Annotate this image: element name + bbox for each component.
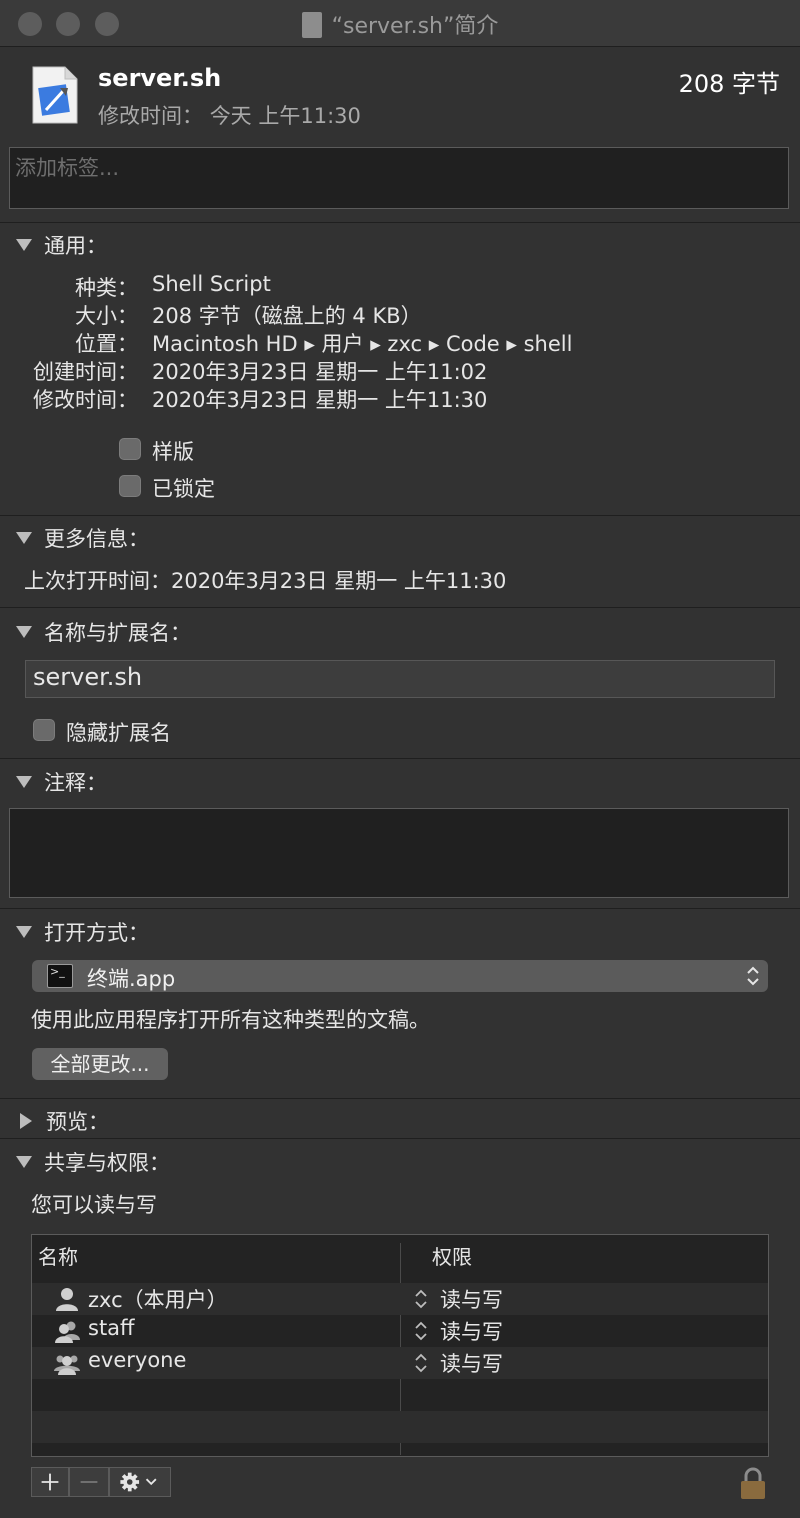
open-with-select[interactable]: >_ 终端.app	[32, 960, 768, 992]
section-open-with-title: 打开方式：	[44, 921, 149, 945]
window-title: “server.sh”简介	[0, 8, 800, 40]
section-open-with-toggle[interactable]: 打开方式：	[16, 917, 149, 947]
row-permission[interactable]: 读与写	[440, 1284, 503, 1314]
gear-icon	[120, 1472, 157, 1492]
locked-checkbox[interactable]	[119, 475, 141, 497]
stationery-checkbox[interactable]	[119, 438, 141, 460]
modified-value: 今天 上午11:30	[209, 104, 361, 128]
disclosure-right-icon	[20, 1113, 32, 1129]
permissions-toolbar	[31, 1467, 171, 1499]
section-more-info-toggle[interactable]: 更多信息：	[16, 523, 149, 553]
file-name-input[interactable]: server.sh	[25, 660, 775, 698]
divider	[0, 908, 800, 909]
header-modified: 修改时间： 今天 上午11:30	[98, 100, 361, 130]
file-size: 208 字节	[678, 70, 780, 98]
section-general-toggle[interactable]: 通用：	[16, 230, 107, 260]
disclosure-down-icon	[16, 239, 32, 251]
divider	[0, 222, 800, 223]
divider	[0, 1098, 800, 1099]
plus-icon	[41, 1473, 59, 1491]
hide-extension-label: 隐藏扩展名	[66, 721, 171, 745]
size-label: 大小：	[75, 304, 138, 328]
tags-field[interactable]: 添加标签...	[9, 147, 789, 209]
comments-textarea[interactable]	[9, 808, 789, 898]
document-proxy-icon[interactable]	[301, 12, 322, 38]
file-name-input-value: server.sh	[33, 663, 143, 691]
shell-script-file-icon	[32, 66, 78, 124]
last-opened: 上次打开时间：2020年3月23日 星期一 上午11:30	[24, 565, 506, 595]
title-bar: “server.sh”简介	[0, 0, 800, 47]
user-icon	[56, 1288, 78, 1311]
section-more-info-title: 更多信息：	[44, 527, 149, 551]
disclosure-down-icon	[16, 532, 32, 544]
table-row[interactable]: everyone 读与写	[32, 1347, 768, 1379]
permission-stepper-icon[interactable]	[414, 1287, 428, 1311]
permission-stepper-icon[interactable]	[414, 1351, 428, 1375]
lock-icon[interactable]	[738, 1466, 768, 1500]
remove-user-button[interactable]	[69, 1467, 109, 1497]
divider	[0, 515, 800, 516]
change-all-button[interactable]: 全部更改...	[32, 1048, 168, 1080]
where-value: Macintosh HD ▸ 用户 ▸ zxc ▸ Code ▸ shell	[152, 332, 573, 356]
sharing-summary: 您可以读与写	[31, 1193, 157, 1217]
row-permission[interactable]: 读与写	[440, 1348, 503, 1378]
stationery-label: 样版	[152, 440, 194, 464]
section-comments-title: 注释：	[44, 771, 107, 795]
section-preview-toggle[interactable]: 预览：	[16, 1106, 109, 1136]
select-chevron-icon	[747, 966, 759, 986]
table-row-empty	[32, 1411, 768, 1443]
kind-value: Shell Script	[152, 272, 271, 296]
modified-label: 修改时间：	[98, 104, 203, 128]
permissions-table: 名称 权限 zxc（本用户） 读与写 staff 读与写 everyone 读与…	[31, 1234, 769, 1457]
size-value: 208 字节（磁盘上的 4 KB）	[152, 304, 422, 328]
table-row[interactable]: zxc（本用户） 读与写	[32, 1283, 768, 1315]
row-permission[interactable]: 读与写	[440, 1316, 503, 1346]
created-value: 2020年3月23日 星期一 上午11:02	[152, 360, 488, 384]
where-label: 位置：	[75, 332, 138, 356]
permission-stepper-icon[interactable]	[414, 1319, 428, 1343]
section-sharing-toggle[interactable]: 共享与权限：	[16, 1147, 170, 1177]
section-comments-toggle[interactable]: 注释：	[16, 767, 107, 797]
row-name: zxc（本用户）	[88, 1288, 228, 1312]
tags-placeholder: 添加标签...	[15, 156, 120, 180]
table-row-empty	[32, 1379, 768, 1411]
locked-label: 已锁定	[152, 477, 215, 501]
row-name: everyone	[88, 1348, 187, 1372]
terminal-app-icon: >_	[47, 964, 73, 988]
disclosure-down-icon	[16, 1156, 32, 1168]
open-with-app-label: 终端.app	[87, 967, 176, 991]
section-general-title: 通用：	[44, 234, 107, 258]
disclosure-down-icon	[16, 626, 32, 638]
column-header-name[interactable]: 名称	[38, 1235, 78, 1279]
disclosure-down-icon	[16, 926, 32, 938]
divider	[0, 607, 800, 608]
add-user-button[interactable]	[31, 1467, 69, 1497]
divider	[0, 758, 800, 759]
divider	[0, 1138, 800, 1139]
hide-extension-checkbox[interactable]	[33, 719, 55, 741]
last-opened-value: 2020年3月23日 星期一 上午11:30	[171, 569, 507, 593]
action-menu-button[interactable]	[109, 1467, 171, 1497]
section-name-ext-toggle[interactable]: 名称与扩展名：	[16, 617, 191, 647]
row-name: staff	[88, 1316, 135, 1340]
table-row[interactable]: staff 读与写	[32, 1315, 768, 1347]
column-header-permission[interactable]: 权限	[432, 1235, 472, 1279]
section-name-ext-title: 名称与扩展名：	[44, 621, 191, 645]
section-sharing-title: 共享与权限：	[44, 1151, 170, 1175]
group-icon	[54, 1355, 80, 1375]
minus-icon	[80, 1481, 98, 1483]
group-icon	[55, 1321, 80, 1343]
section-preview-title: 预览：	[46, 1110, 109, 1134]
open-with-description: 使用此应用程序打开所有这种类型的文稿。	[31, 1008, 430, 1032]
kind-label: 种类：	[75, 276, 138, 300]
last-opened-label: 上次打开时间：	[24, 569, 171, 593]
disclosure-down-icon	[16, 776, 32, 788]
modified-label: 修改时间：	[33, 388, 138, 412]
file-name: server.sh	[98, 64, 222, 92]
created-label: 创建时间：	[33, 360, 138, 384]
change-all-label: 全部更改...	[50, 1052, 150, 1076]
modified-value: 2020年3月23日 星期一 上午11:30	[152, 388, 488, 412]
